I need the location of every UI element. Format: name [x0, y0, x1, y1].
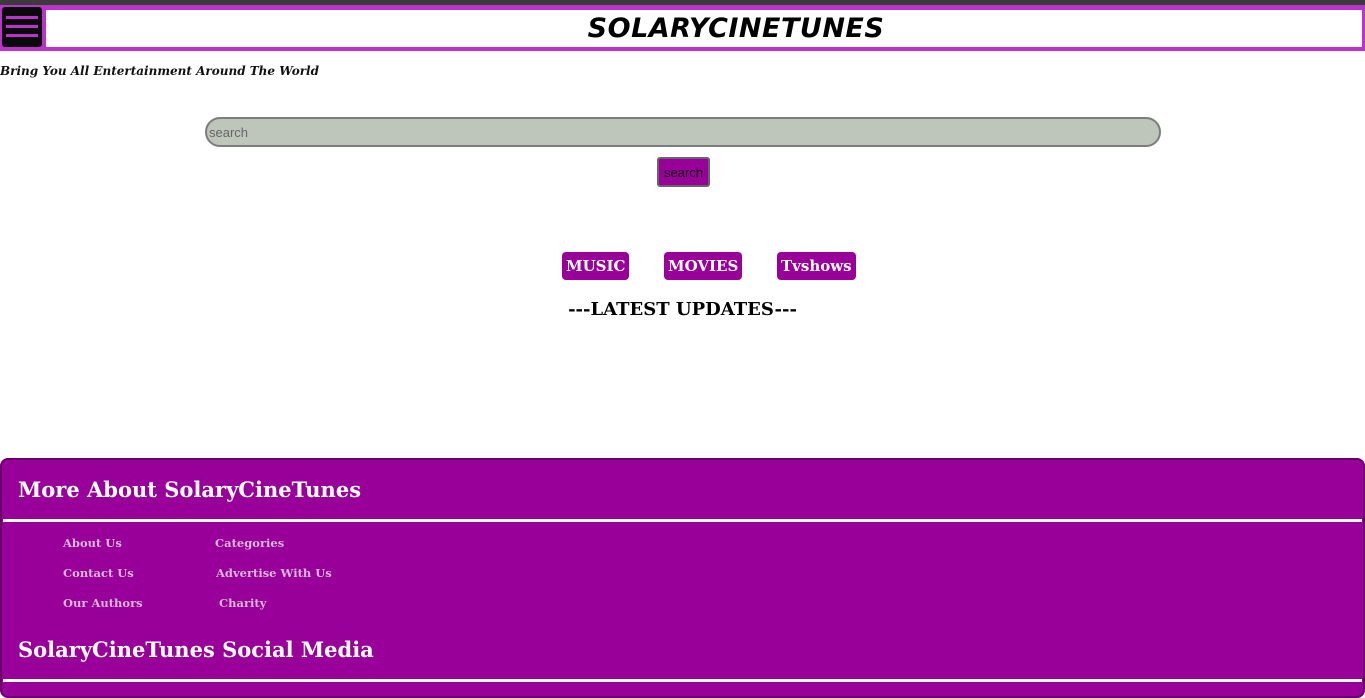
hamburger-icon-bar [6, 34, 38, 37]
footer-social-heading: SolaryCineTunes Social Media [18, 637, 374, 662]
site-logo[interactable]: SOLARYCINETUNES [586, 14, 886, 44]
footer-link-advertise[interactable]: Advertise With Us [216, 566, 332, 580]
hamburger-icon-bar [6, 25, 38, 28]
latest-updates-heading: ---LATEST UPDATES--- [568, 299, 797, 320]
category-music-button[interactable]: MUSIC [562, 252, 630, 280]
site-footer: More About SolaryCineTunes About Us Cate… [0, 458, 1365, 698]
footer-divider [3, 679, 1362, 682]
menu-button[interactable] [2, 7, 42, 47]
footer-divider [3, 519, 1362, 522]
site-header: SOLARYCINETUNES [0, 5, 1365, 51]
hamburger-icon [6, 16, 38, 19]
category-movies-button[interactable]: MOVIES [664, 252, 743, 280]
footer-link-about-us[interactable]: About Us [63, 536, 122, 550]
footer-link-categories[interactable]: Categories [215, 536, 284, 550]
header-bar: SOLARYCINETUNES [46, 10, 1362, 47]
category-tvshows-button[interactable]: Tvshows [777, 252, 856, 280]
footer-about-heading: More About SolaryCineTunes [18, 477, 362, 502]
footer-link-charity[interactable]: Charity [219, 596, 266, 610]
footer-link-contact-us[interactable]: Contact Us [63, 566, 134, 580]
search-button[interactable]: search [657, 157, 710, 187]
footer-link-our-authors[interactable]: Our Authors [63, 596, 143, 610]
site-tagline: Bring You All Entertainment Around The W… [0, 64, 319, 78]
search-input[interactable] [205, 117, 1161, 147]
